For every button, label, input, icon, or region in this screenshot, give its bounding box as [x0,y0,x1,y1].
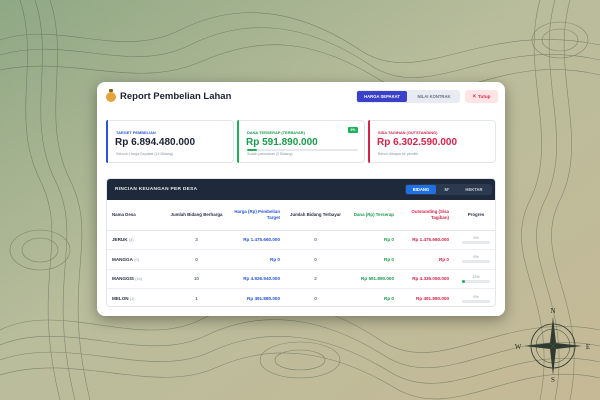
cell-harga-target: Rp 4.926.940.000 [224,269,286,289]
cell-bidang-terbayar: 0 [314,296,317,301]
table-row[interactable]: JERUK (3) 3 Rp 1.475.660.000 0 Rp 0 Rp 1.475.… [107,230,495,250]
card-label: TARGET PEMBELIAN [116,130,156,135]
finance-table: Nama Desa Jumlah Bidang Berharga Harga (… [107,200,495,307]
desa-name: JERUK [112,237,128,243]
cell-jumlah-bidang: 10 [169,269,224,289]
col-outstanding: Outstanding (Sisa Tagihan) [400,200,455,231]
unit-bidang[interactable]: BIDANG [406,185,436,194]
cell-harga-target: Rp 1.475.660.000 [224,230,286,250]
unit-toggle: BIDANG M² HEKTAR [405,184,492,195]
close-icon: × [472,93,477,100]
cell-desa: MANGGIS (10) [107,269,169,289]
desa-count: (0) [134,257,139,262]
absorbed-progress-fill [247,149,257,151]
col-harga-target: Harga (Rp) Pembelian Target [224,200,286,231]
compass-rose-icon: N S W E [515,307,590,383]
cell-jumlah-bidang: 3 [169,230,224,250]
card-value: Rp 6.302.590.000 [377,137,458,148]
cell-desa: MELON (1) [107,289,169,307]
desa-name: MANGGA [112,256,133,262]
unit-m2[interactable]: M² [437,185,457,194]
card-target-pembelian: TARGET PEMBELIAN Rp 6.894.480.000 Seluru… [106,120,234,163]
table-row[interactable]: MELON (1) 1 Rp 491.880.000 0 Rp 0 Rp 491.880.… [107,289,495,307]
desa-count: (10) [135,277,142,282]
table-title: RINCIAN KEUANGAN PER DESA [115,187,198,192]
cell-bidang-terbayar: 0 [286,249,345,270]
cell-progres: 0% [455,230,495,250]
cell-bidang-terbayar: 2 [286,269,345,289]
cell-desa: JERUK (3) [107,230,169,250]
progress-bar [462,279,490,283]
toggle-nilai-kontrak[interactable]: NILAI KONTRAK [409,91,459,102]
progress-bar [462,240,490,244]
report-panel: Report Pembelian Lahan HARGA SEPAKAT NIL… [97,82,505,316]
cell-jumlah-bidang: 0 [169,249,224,270]
card-dana-terserap: DANA TERSERAP (TERBAYAR) 9% Rp 591.890.0… [237,120,365,163]
card-subtext: Seluruh Harga Sepakat (14 Bidang) [116,152,173,156]
cell-desa: MANGGA (0) [107,249,169,270]
table-row[interactable]: MANGGA (0) 0 Rp 0 0 Rp 0 Rp 0 0% [107,249,495,270]
table-header-bar: RINCIAN KEUANGAN PER DESA BIDANG M² HEKT… [107,179,495,200]
unit-hektar[interactable]: HEKTAR [457,185,491,194]
card-label: DANA TERSERAP (TERBAYAR) [247,130,305,135]
cell-harga-target: Rp 491.880.000 [247,296,280,301]
table-row[interactable]: MANGGIS (10) 10 Rp 4.926.940.000 2 Rp 591.89… [107,269,495,289]
cell-bidang-terbayar: 0 [286,230,345,250]
card-label: SISA TAGIHAN (OUTSTANDING) [378,130,438,135]
panel-title: Report Pembelian Lahan [120,91,232,102]
desa-name: MANGGIS [112,276,134,282]
compass-s-label: S [551,376,555,383]
col-jumlah-bidang: Jumlah Bidang Berharga [169,200,224,231]
progress-percent: 0% [473,294,479,299]
finance-table-section: RINCIAN KEUANGAN PER DESA BIDANG M² HEKT… [106,178,496,307]
card-subtext: Belum dibayar ke pemilik [378,152,418,156]
desa-name: MELON [112,296,129,301]
col-progres: Progres [455,200,495,231]
cell-outstanding: Rp 0 [400,249,455,270]
card-sisa-tagihan: SISA TAGIHAN (OUTSTANDING) Rp 6.302.590.… [368,120,496,163]
cell-outstanding: Rp 4.335.050.000 [400,269,455,289]
cell-progres: 0% [455,249,495,270]
col-nama-desa: Nama Desa [107,200,169,231]
cell-outstanding: Rp 491.880.000 [416,296,449,301]
progress-percent: 0% [473,235,479,240]
progress-percent: 0% [473,255,479,260]
progress-percent: 12% [472,274,480,279]
col-dana-terserap: Dana (Rp) Terserap [345,200,400,231]
compass-e-label: E [586,343,590,351]
cell-progres: 0% [455,289,495,307]
absorbed-progress-bar [247,149,358,151]
card-subtext: Sudah pelunasan (2 Bidang) [247,152,293,156]
money-bag-icon [106,88,116,102]
compass-w-label: W [515,343,522,351]
card-value: Rp 591.890.000 [246,137,318,148]
compass-n-label: N [550,307,555,315]
desa-count: (3) [128,238,134,243]
progress-bar [462,299,490,303]
close-button[interactable]: × Tutup [465,90,498,103]
close-label: Tutup [478,94,491,99]
cell-progres: 12% [455,269,495,289]
toggle-harga-sepakat[interactable]: HARGA SEPAKAT [357,91,407,102]
progress-bar [462,260,490,264]
col-bidang-terbayar: Jumlah Bidang Terbayar [286,200,345,231]
percent-badge: 9% [348,127,358,133]
cell-dana-terserap: Rp 0 [384,296,394,301]
cell-dana-terserap: Rp 0 [345,249,400,270]
cell-outstanding: Rp 1.475.660.000 [400,230,455,250]
card-value: Rp 6.894.480.000 [115,137,196,148]
cell-jumlah-bidang: 1 [195,296,198,301]
price-mode-toggle: HARGA SEPAKAT NILAI KONTRAK [356,90,460,103]
cell-harga-target: Rp 0 [224,249,286,270]
panel-header: Report Pembelian Lahan HARGA SEPAKAT NIL… [97,82,505,112]
desa-count: (1) [129,297,135,301]
cell-dana-terserap: Rp 0 [345,230,400,250]
progress-fill [462,279,466,283]
cell-dana-terserap: Rp 591.890.000 [345,269,400,289]
